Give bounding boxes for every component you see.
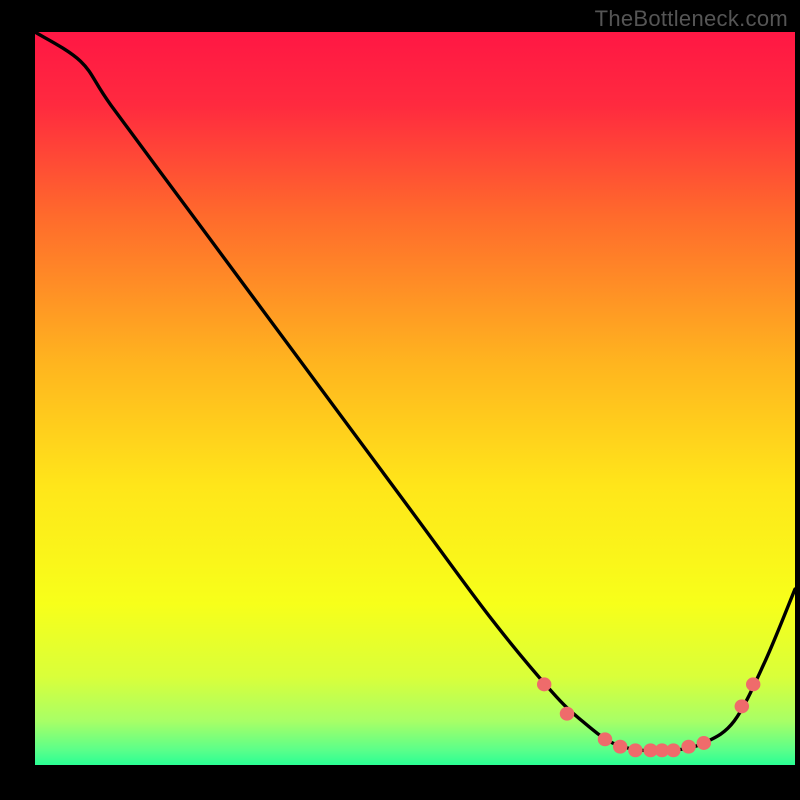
data-marker: [598, 732, 612, 746]
data-marker: [746, 677, 760, 691]
watermark-text: TheBottleneck.com: [595, 6, 788, 32]
data-marker: [537, 677, 551, 691]
data-marker: [628, 743, 642, 757]
curve-layer: [35, 32, 795, 765]
data-markers: [537, 677, 760, 757]
data-marker: [681, 740, 695, 754]
bottleneck-curve: [35, 32, 795, 751]
data-marker: [560, 707, 574, 721]
data-marker: [697, 736, 711, 750]
data-marker: [666, 743, 680, 757]
chart-container: TheBottleneck.com: [0, 0, 800, 800]
plot-area: [35, 32, 795, 765]
data-marker: [613, 740, 627, 754]
data-marker: [735, 699, 749, 713]
